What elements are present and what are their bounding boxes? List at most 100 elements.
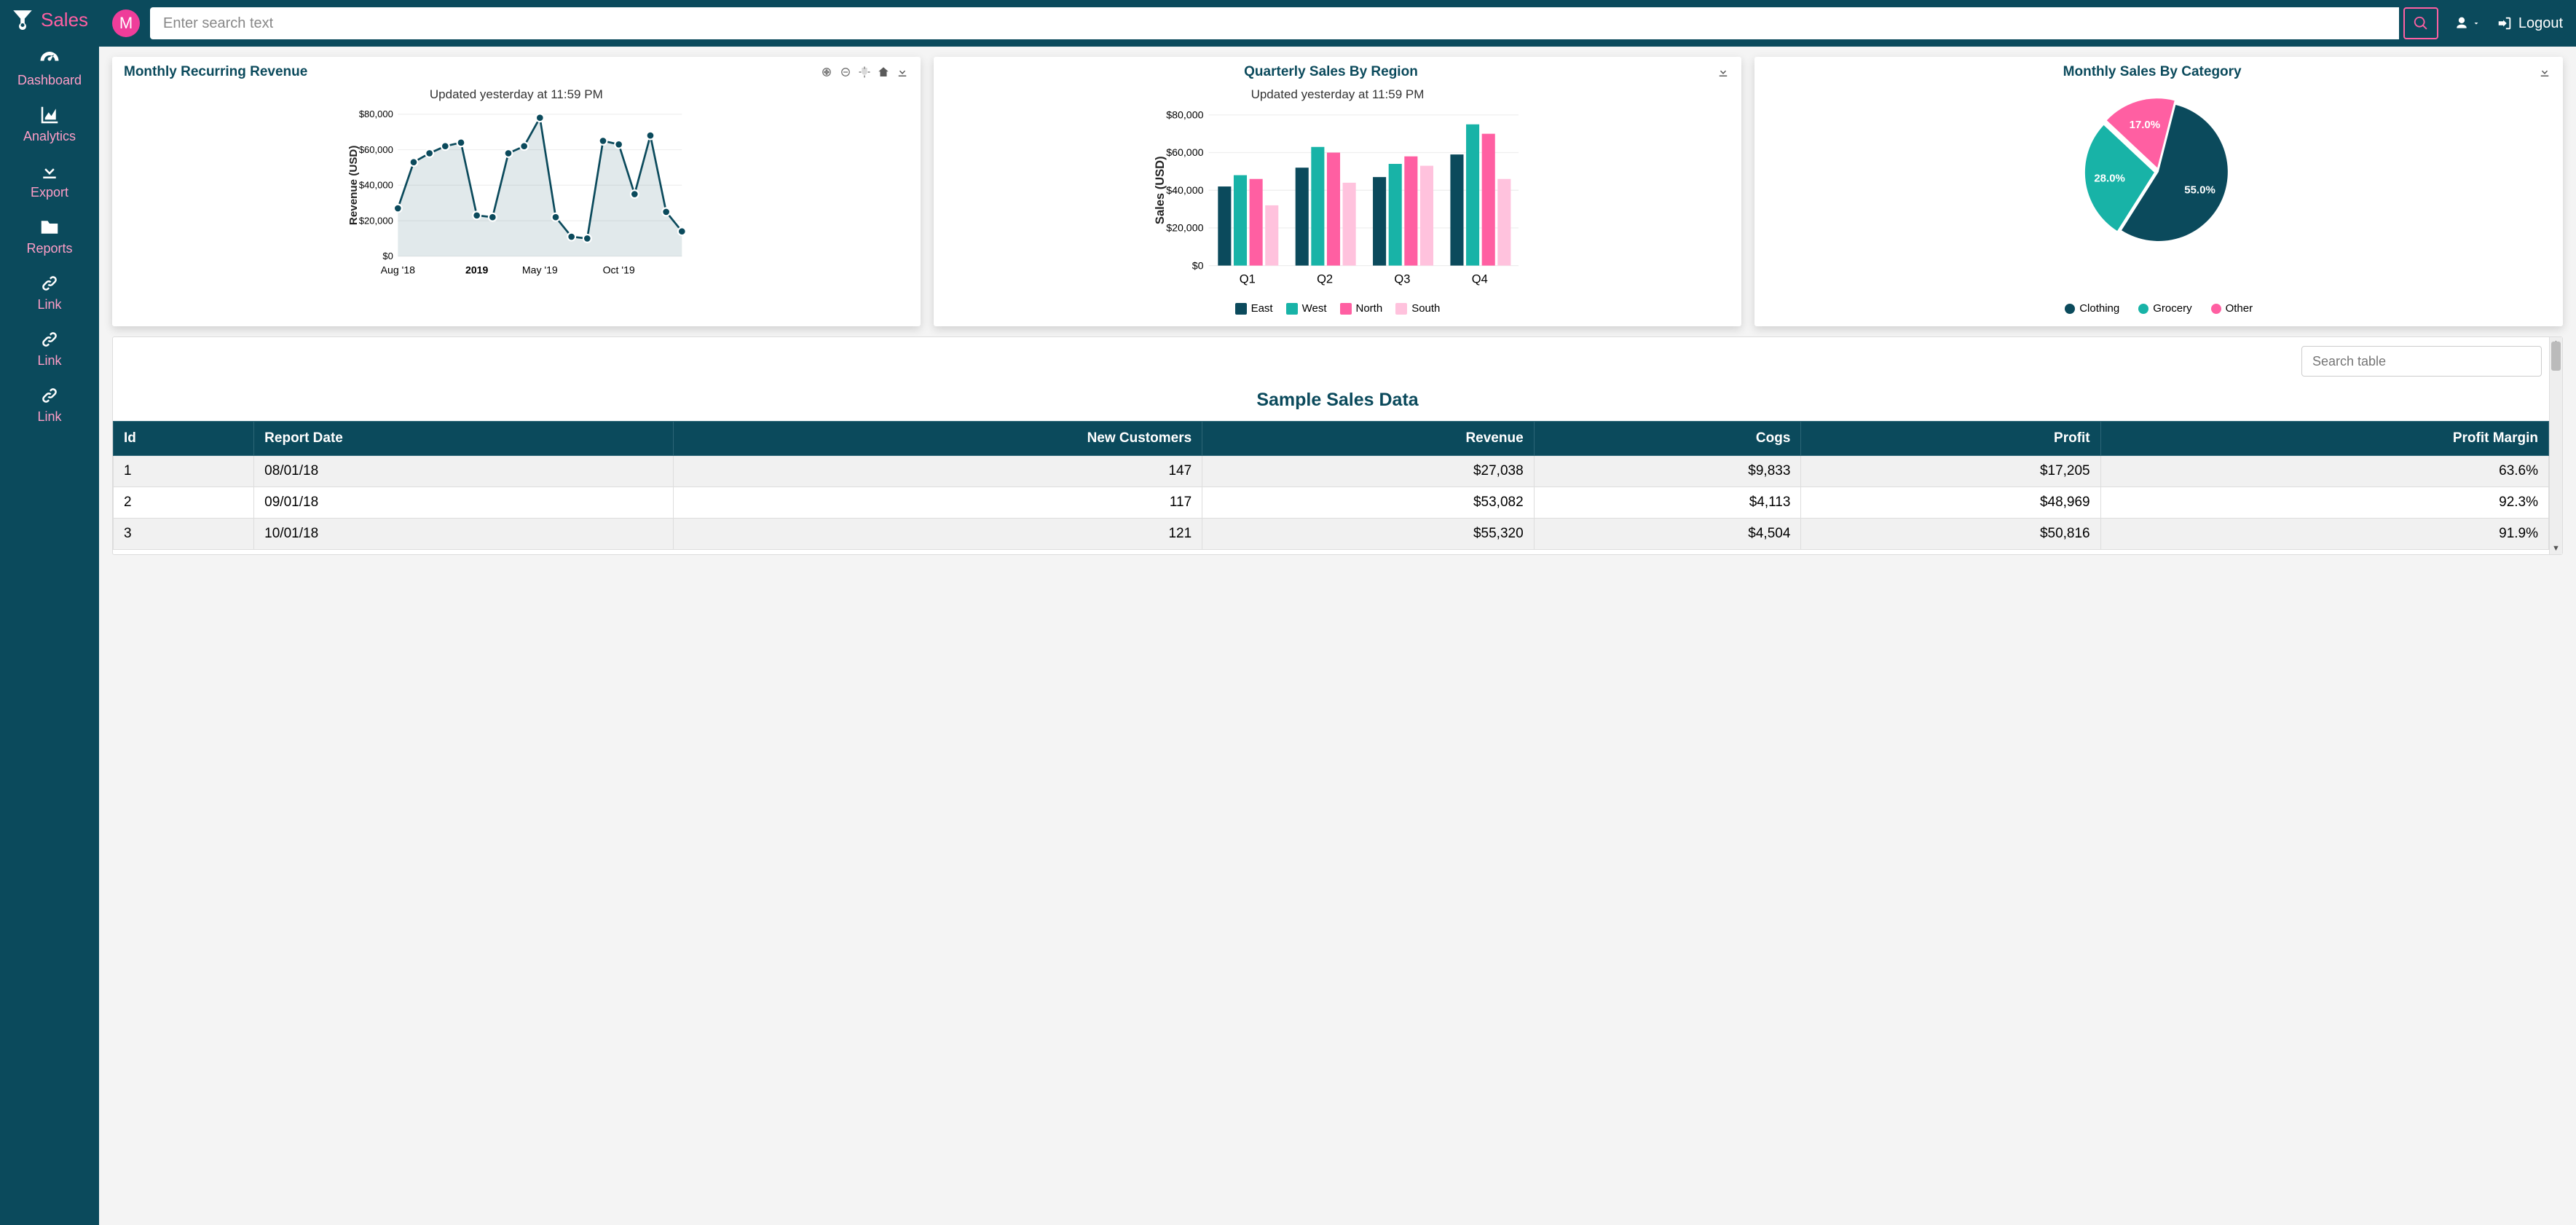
svg-text:2019: 2019 [465, 264, 488, 276]
svg-text:Q2: Q2 [1317, 272, 1333, 285]
svg-text:17.0%: 17.0% [2130, 119, 2161, 131]
legend-item[interactable]: Other [2211, 302, 2253, 315]
cell: $17,205 [1801, 456, 2100, 487]
card-mrr: Monthly Recurring Revenue Updated yester… [112, 57, 921, 326]
search-button[interactable] [2403, 7, 2438, 39]
legend-item[interactable]: North [1340, 302, 1383, 315]
sidebar-item-dashboard-0[interactable]: Dashboard [0, 39, 99, 95]
logout-button[interactable]: Logout [2497, 15, 2563, 32]
search-wrap [150, 7, 2438, 39]
table-row[interactable]: 209/01/18117$53,082$4,113$48,96992.3% [114, 487, 2549, 519]
link-icon [39, 328, 60, 350]
svg-text:Q1: Q1 [1239, 272, 1255, 285]
table-header-row: IdReport DateNew CustomersRevenueCogsPro… [114, 422, 2549, 456]
sidebar-item-label: Reports [26, 241, 72, 256]
sidebar-item-export-2[interactable]: Export [0, 151, 99, 208]
sidebar-item-analytics-1[interactable]: Analytics [0, 95, 99, 151]
caret-down-icon [2472, 19, 2481, 28]
scrollbar[interactable]: ▲ ▼ [2549, 337, 2562, 554]
svg-text:$60,000: $60,000 [1166, 147, 1203, 159]
col-profit[interactable]: Profit [1801, 422, 2100, 456]
cell: 3 [114, 519, 254, 550]
col-id[interactable]: Id [114, 422, 254, 456]
cell: $27,038 [1202, 456, 1534, 487]
user-menu[interactable] [2449, 16, 2486, 31]
nav: Dashboard Analytics Export Reports Link Link L… [0, 39, 99, 432]
sidebar-item-label: Link [37, 353, 61, 369]
svg-text:$40,000: $40,000 [359, 180, 393, 191]
brand-label: Sales [41, 9, 88, 31]
cell: 10/01/18 [254, 519, 673, 550]
svg-text:Revenue (USD): Revenue (USD) [347, 146, 360, 225]
gauge-icon [39, 48, 60, 70]
table-body: 108/01/18147$27,038$9,833$17,20563.6%209… [114, 456, 2549, 550]
brand[interactable]: Sales [0, 0, 99, 39]
legend-item[interactable]: West [1286, 302, 1327, 315]
svg-text:$60,000: $60,000 [359, 144, 393, 155]
svg-text:$20,000: $20,000 [359, 215, 393, 226]
home-icon[interactable] [877, 66, 890, 79]
svg-text:28.0%: 28.0% [2095, 173, 2126, 185]
legend: Clothing Grocery Other [1766, 302, 2551, 315]
scroll-down-icon[interactable]: ▼ [2550, 543, 2562, 554]
col-profit-margin[interactable]: Profit Margin [2100, 422, 2548, 456]
legend: East West North South [945, 302, 1730, 315]
card-subtitle: Updated yesterday at 11:59 PM [124, 87, 909, 102]
col-report-date[interactable]: Report Date [254, 422, 673, 456]
svg-text:Sales (USD): Sales (USD) [1153, 156, 1167, 224]
card-region: Quarterly Sales By Region Updated yester… [934, 57, 1742, 326]
card-subtitle: Updated yesterday at 11:59 PM [945, 87, 1730, 102]
svg-text:$80,000: $80,000 [1166, 110, 1203, 122]
table-row[interactable]: 108/01/18147$27,038$9,833$17,20563.6% [114, 456, 2549, 487]
logout-label: Logout [2518, 15, 2563, 32]
svg-text:$0: $0 [1192, 260, 1203, 272]
legend-item[interactable]: South [1395, 302, 1440, 315]
folder-icon [39, 216, 60, 238]
data-table: IdReport DateNew CustomersRevenueCogsPro… [113, 421, 2549, 550]
cell: $4,113 [1534, 487, 1801, 519]
zoom-in-icon[interactable] [820, 66, 833, 79]
bar-chart: $0 $20,000 $40,000 $60,000 $80,000 Q1 Q2 Q3 Q4 Sa… [945, 106, 1730, 296]
cell: $48,969 [1801, 487, 2100, 519]
svg-text:$40,000: $40,000 [1166, 185, 1203, 197]
download-icon[interactable] [2538, 66, 2551, 79]
search-input[interactable] [150, 7, 2399, 39]
sidebar: Sales Dashboard Analytics Export Reports Lin… [0, 0, 99, 1225]
zoom-out-icon[interactable] [839, 66, 852, 79]
table-title: Sample Sales Data [113, 390, 2562, 411]
cell: 63.6% [2100, 456, 2548, 487]
sidebar-item-link-5[interactable]: Link [0, 320, 99, 376]
link-icon [39, 272, 60, 294]
col-cogs[interactable]: Cogs [1534, 422, 1801, 456]
svg-text:$20,000: $20,000 [1166, 223, 1203, 235]
table-row[interactable]: 310/01/18121$55,320$4,504$50,81691.9% [114, 519, 2549, 550]
svg-text:Aug '18: Aug '18 [381, 264, 415, 276]
search-icon [2413, 15, 2429, 31]
cell: 91.9% [2100, 519, 2548, 550]
sidebar-item-label: Link [37, 409, 61, 425]
sidebar-item-label: Analytics [23, 129, 76, 144]
pan-icon[interactable] [858, 66, 871, 79]
sidebar-item-reports-3[interactable]: Reports [0, 208, 99, 264]
download-icon[interactable] [1717, 66, 1730, 79]
avatar[interactable]: M [112, 9, 140, 37]
download-icon[interactable] [896, 66, 909, 79]
cell: 92.3% [2100, 487, 2548, 519]
scroll-thumb[interactable] [2551, 342, 2561, 371]
cell: $50,816 [1801, 519, 2100, 550]
table-panel: ▲ ▼ Sample Sales Data IdReport DateNew C… [112, 336, 2563, 555]
col-revenue[interactable]: Revenue [1202, 422, 1534, 456]
col-new-customers[interactable]: New Customers [673, 422, 1202, 456]
svg-text:Q3: Q3 [1394, 272, 1410, 285]
pie-chart: 55.0%28.0%17.0% [1766, 84, 2551, 252]
sidebar-item-link-6[interactable]: Link [0, 376, 99, 432]
cell: 1 [114, 456, 254, 487]
svg-text:$80,000: $80,000 [359, 109, 393, 119]
legend-item[interactable]: East [1235, 302, 1273, 315]
sidebar-item-link-4[interactable]: Link [0, 264, 99, 320]
user-icon [2454, 16, 2469, 31]
table-search-input[interactable] [2301, 346, 2542, 377]
legend-item[interactable]: Grocery [2138, 302, 2191, 315]
svg-text:Q4: Q4 [1471, 272, 1487, 285]
legend-item[interactable]: Clothing [2065, 302, 2119, 315]
